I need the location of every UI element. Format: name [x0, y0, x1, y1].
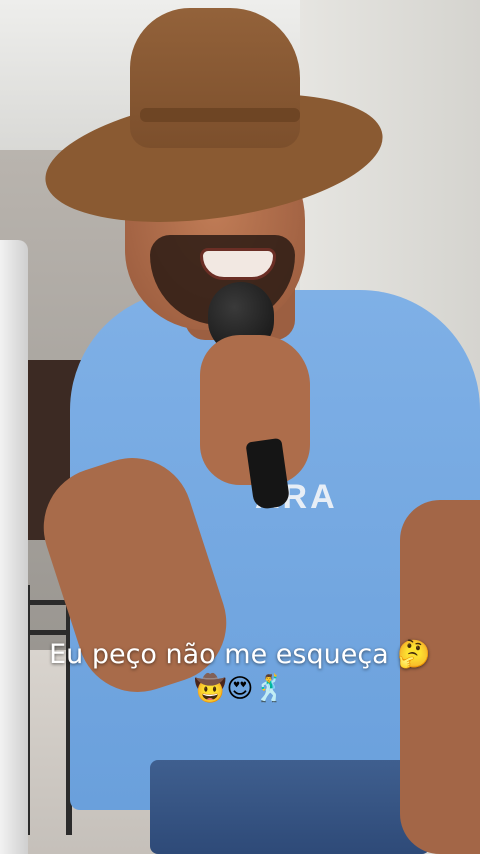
refrigerator	[0, 240, 28, 854]
hat-crown	[130, 8, 300, 148]
video-frame[interactable]: ARA	[0, 0, 480, 854]
chair	[24, 585, 72, 835]
hat-band	[140, 108, 300, 122]
caption-overlay: Eu peço não me esqueça 🤔 🤠😍🕺	[0, 638, 480, 704]
mouth	[200, 248, 276, 280]
caption-line-1: Eu peço não me esqueça 🤔	[49, 639, 431, 670]
caption-emoji-line: 🤠😍🕺	[194, 674, 286, 704]
chair-rail	[24, 630, 72, 635]
jeans	[150, 760, 430, 854]
